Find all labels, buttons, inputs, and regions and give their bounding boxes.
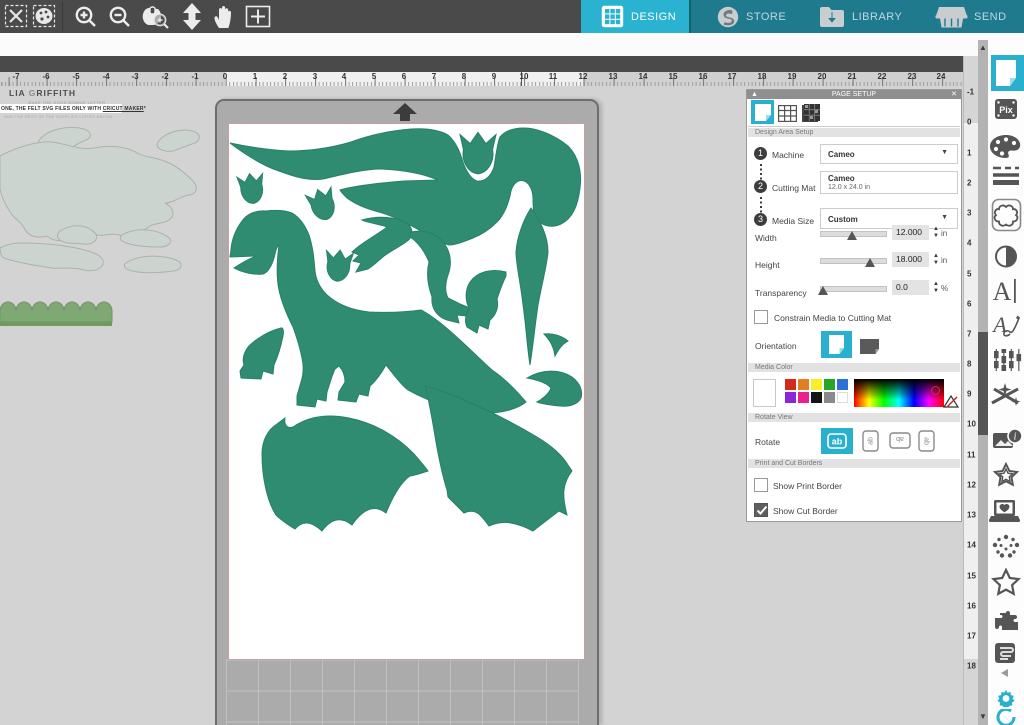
svg-text:ab: ab xyxy=(868,437,875,445)
svg-text:ab: ab xyxy=(832,437,843,447)
svg-text:ab: ab xyxy=(923,437,930,445)
svg-text:Pix: Pix xyxy=(999,105,1013,115)
svg-text:A: A xyxy=(991,312,1007,337)
svg-text:A: A xyxy=(993,278,1012,304)
svg-text:ab: ab xyxy=(896,435,904,442)
svg-text:i: i xyxy=(1014,432,1017,443)
